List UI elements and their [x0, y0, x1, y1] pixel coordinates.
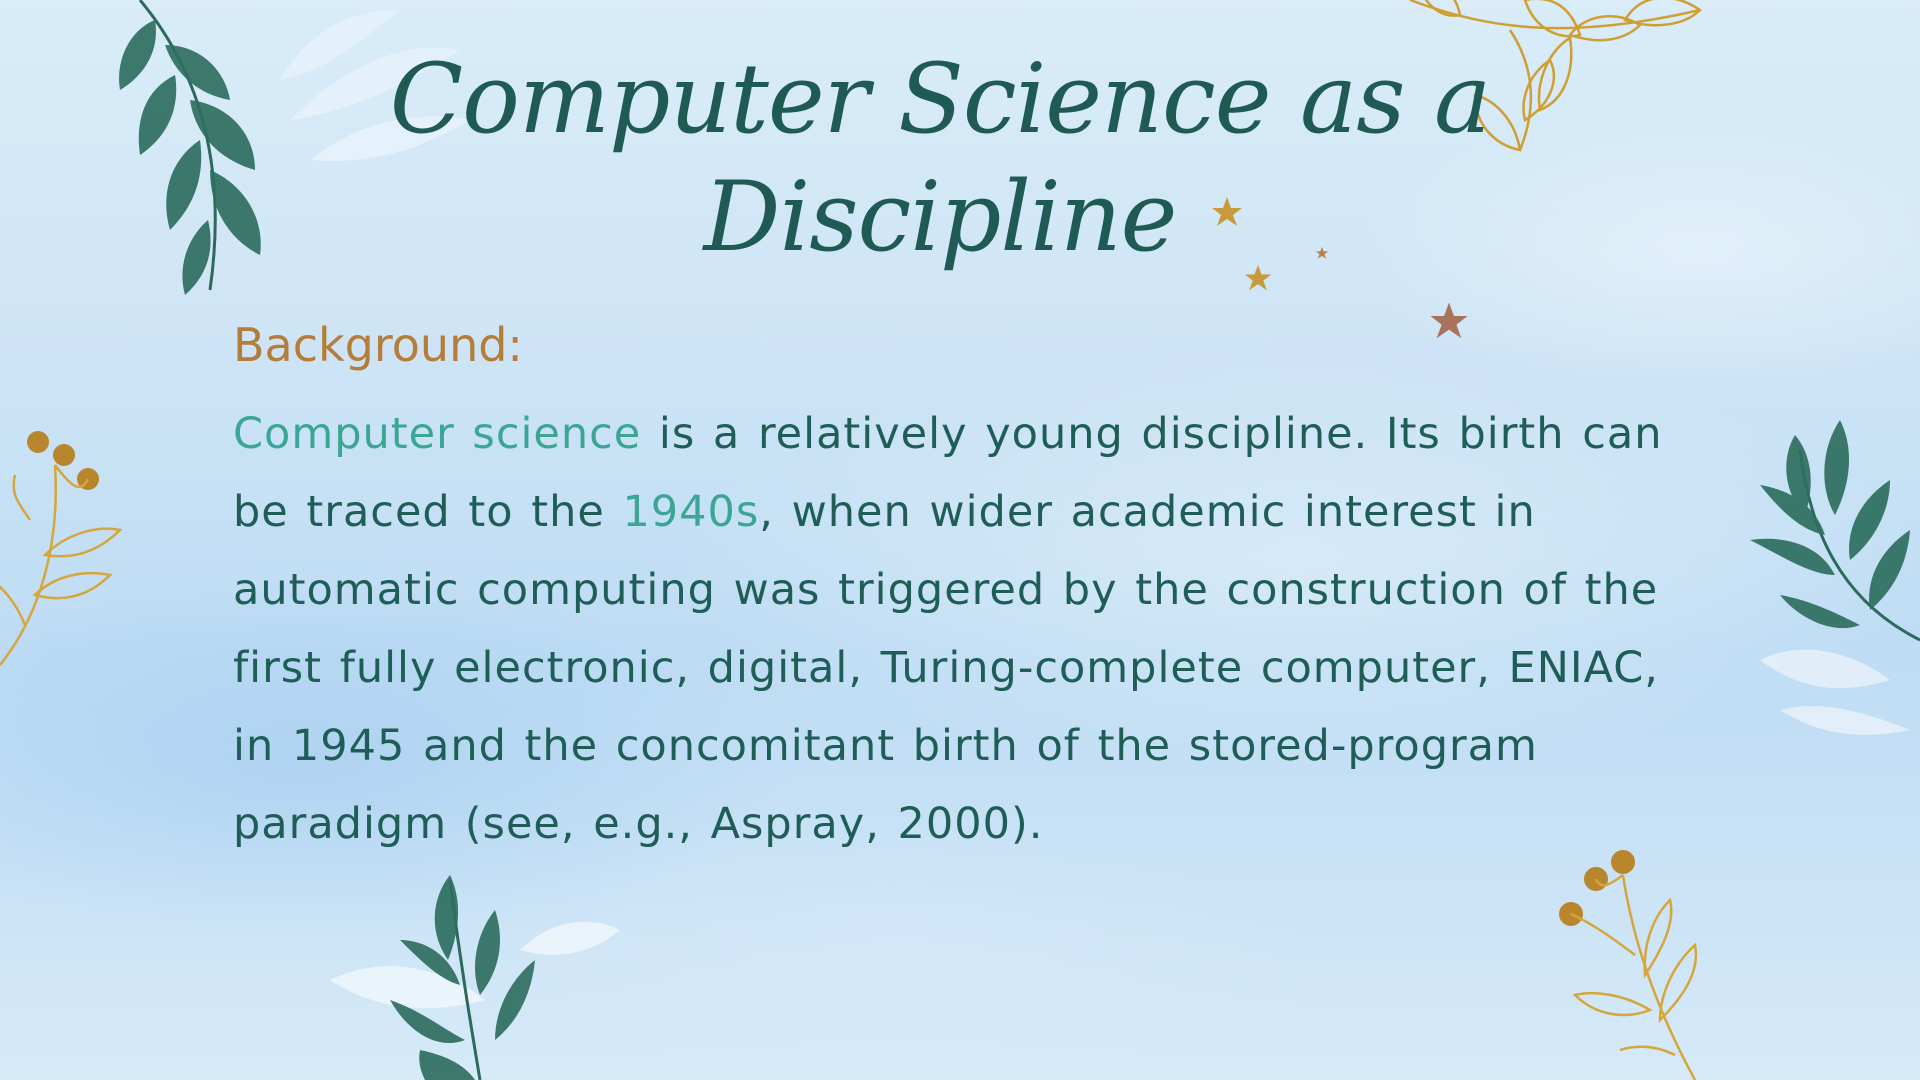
slide-title: Computer Science as a Discipline: [389, 43, 1492, 273]
section-heading: Background:: [233, 318, 523, 372]
paragraph-text: , when wider academic interest in automa…: [233, 487, 1659, 849]
body-paragraph: Computer science is a relatively young d…: [233, 395, 1713, 863]
highlight-term: Computer science: [233, 409, 642, 459]
highlight-term: 1940s: [622, 487, 760, 537]
